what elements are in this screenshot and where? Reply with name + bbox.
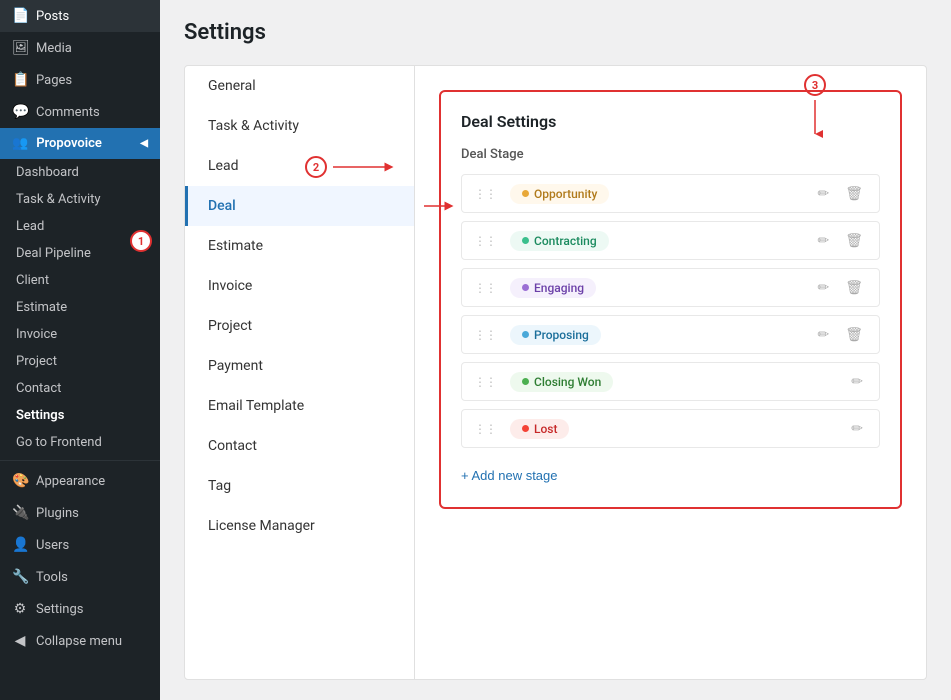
sidebar-item-pages[interactable]: 📋 Pages [0,64,160,96]
settings-nav-project[interactable]: Project [185,306,414,346]
stage-badge-proposing: Proposing [510,325,601,345]
stage-row-lost: ⋮⋮ Lost ✏ [461,409,880,448]
stage-row-contracting: ⋮⋮ Contracting ✏ 🗑 [461,221,880,260]
sidebar-item-contact[interactable]: Contact [0,375,160,402]
deal-settings-panel: 3 2 [415,66,926,679]
drag-handle-opportunity[interactable]: ⋮⋮ [474,187,496,201]
sidebar-propovoice[interactable]: 👥 Propovoice [0,128,160,159]
main-content: Settings General Task & Activity Lead De… [160,0,951,700]
stage-badge-opportunity: Opportunity [510,184,609,204]
sidebar-divider [0,460,160,461]
drag-handle-proposing[interactable]: ⋮⋮ [474,328,496,342]
settings-nav-deal[interactable]: Deal [185,186,414,226]
stage-actions-closing-won: ✏ [847,371,867,392]
drag-handle-engaging[interactable]: ⋮⋮ [474,281,496,295]
settings-layout: General Task & Activity Lead Deal [184,65,927,680]
engaging-dot [522,284,529,291]
settings-nav-invoice[interactable]: Invoice [185,266,414,306]
stage-badge-closing-won: Closing Won [510,372,613,392]
stage-row-opportunity: ⋮⋮ Opportunity ✏ 🗑 [461,174,880,213]
sidebar-item-estimate[interactable]: Estimate [0,294,160,321]
add-stage-button[interactable]: + Add new stage [461,464,558,487]
collapse-icon: ◀ [12,633,28,649]
sidebar-item-plugins[interactable]: 🔌 Plugins [0,497,160,529]
stage-row-engaging: ⋮⋮ Engaging ✏ 🗑 [461,268,880,307]
settings-nav-general[interactable]: General [185,66,414,106]
plugins-icon: 🔌 [12,505,28,521]
settings-area: Settings General Task & Activity Lead De… [160,0,951,700]
proposing-dot [522,331,529,338]
sidebar-item-project[interactable]: Project [0,348,160,375]
edit-engaging-button[interactable]: ✏ [813,277,833,298]
stage-row-proposing: ⋮⋮ Proposing ✏ 🗑 [461,315,880,354]
sidebar-item-media[interactable]: 🖼 Media [0,32,160,64]
edit-opportunity-button[interactable]: ✏ [813,183,833,204]
pages-icon: 📋 [12,72,28,88]
sidebar-item-client[interactable]: Client [0,267,160,294]
tools-icon: 🔧 [12,569,28,585]
sidebar-sub-menu: Dashboard Task & Activity Lead Deal Pipe… [0,159,160,456]
stage-actions-opportunity: ✏ 🗑 [813,183,867,204]
sidebar-item-posts[interactable]: 📄 Posts [0,0,160,32]
edit-closing-won-button[interactable]: ✏ [847,371,867,392]
media-icon: 🖼 [12,40,28,56]
sidebar-item-collapse[interactable]: ◀ Collapse menu [0,625,160,657]
drag-handle-closing-won[interactable]: ⋮⋮ [474,375,496,389]
deal-settings-title: Deal Settings [461,112,880,131]
delete-contracting-button[interactable]: 🗑 [841,230,867,251]
delete-opportunity-button[interactable]: 🗑 [841,183,867,204]
delete-engaging-button[interactable]: 🗑 [841,277,867,298]
edit-lost-button[interactable]: ✏ [847,418,867,439]
stage-actions-proposing: ✏ 🗑 [813,324,867,345]
lost-dot [522,425,529,432]
sidebar-item-invoice[interactable]: Invoice [0,321,160,348]
stage-badge-contracting: Contracting [510,231,609,251]
deal-settings-border: Deal Settings Deal Stage ⋮⋮ Opportunity … [439,90,902,509]
comments-icon: 💬 [12,104,28,120]
drag-handle-contracting[interactable]: ⋮⋮ [474,234,496,248]
drag-handle-lost[interactable]: ⋮⋮ [474,422,496,436]
settings-nav-contact[interactable]: Contact [185,426,414,466]
settings-nav: General Task & Activity Lead Deal [185,66,415,679]
stage-badge-lost: Lost [510,419,569,439]
stage-row-closing-won: ⋮⋮ Closing Won ✏ [461,362,880,401]
settings-nav-email-template[interactable]: Email Template [185,386,414,426]
settings-nav-payment[interactable]: Payment [185,346,414,386]
sidebar-item-appearance[interactable]: 🎨 Appearance [0,465,160,497]
sidebar-item-users[interactable]: 👤 Users [0,529,160,561]
opportunity-dot [522,190,529,197]
propovoice-icon: 👥 [12,136,28,151]
settings-nav-task-activity[interactable]: Task & Activity [185,106,414,146]
settings-nav-lead[interactable]: Lead [185,146,414,186]
sidebar-item-comments[interactable]: 💬 Comments [0,96,160,128]
stage-actions-contracting: ✏ 🗑 [813,230,867,251]
sidebar-item-dashboard[interactable]: Dashboard [0,159,160,186]
contracting-dot [522,237,529,244]
page-title: Settings [184,20,927,45]
settings-nav-tag[interactable]: Tag [185,466,414,506]
stage-actions-lost: ✏ [847,418,867,439]
sidebar-item-tools[interactable]: 🔧 Tools [0,561,160,593]
deal-stage-label: Deal Stage [461,147,880,162]
delete-proposing-button[interactable]: 🗑 [841,324,867,345]
users-icon: 👤 [12,537,28,553]
settings-nav-license-manager[interactable]: License Manager [185,506,414,546]
sidebar-item-task-activity[interactable]: Task & Activity [0,186,160,213]
edit-proposing-button[interactable]: ✏ [813,324,833,345]
appearance-icon: 🎨 [12,473,28,489]
stage-actions-engaging: ✏ 🗑 [813,277,867,298]
stage-badge-engaging: Engaging [510,278,596,298]
settings-wp-icon: ⚙ [12,601,28,617]
sidebar-item-settings-wp[interactable]: ⚙ Settings [0,593,160,625]
posts-icon: 📄 [12,8,28,24]
edit-contracting-button[interactable]: ✏ [813,230,833,251]
sidebar-item-settings[interactable]: Settings [0,402,160,429]
sidebar-item-go-to-frontend[interactable]: Go to Frontend [0,429,160,456]
settings-nav-estimate[interactable]: Estimate [185,226,414,266]
sidebar: 📄 Posts 🖼 Media 📋 Pages 💬 Comments 👥 Pro… [0,0,160,700]
annotation-1-circle: 1 [130,230,152,252]
closing-won-dot [522,378,529,385]
